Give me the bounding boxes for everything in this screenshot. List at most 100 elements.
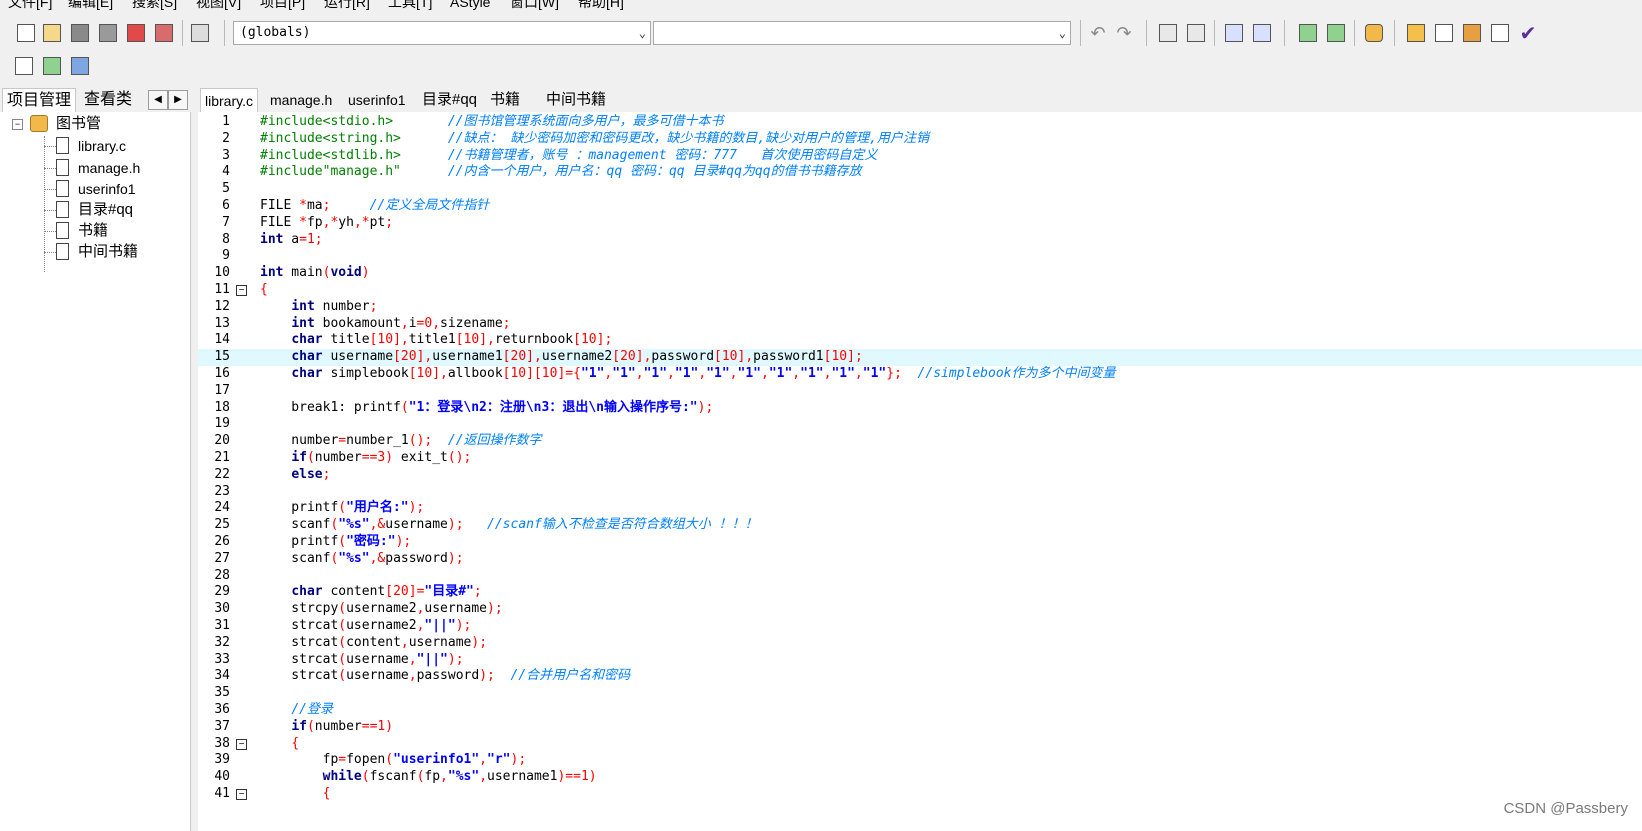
code-line[interactable]: 32 strcat(content,username); <box>198 635 1642 652</box>
code-line[interactable]: 4 #include"manage.h" //内含一个用户，用户名：qq 密码：q… <box>198 164 1642 181</box>
editor-tab-library-c[interactable]: library.c <box>200 88 258 113</box>
tree-file[interactable]: manage.h <box>56 158 140 178</box>
code-line[interactable]: 27 scanf("%s",&password); <box>198 551 1642 568</box>
code-line[interactable]: 18 break1: printf("1：登录\n2：注册\n3：退出\n输入操… <box>198 400 1642 417</box>
code-line[interactable]: 16 char simplebook[10],allbook[10][10]={… <box>198 366 1642 383</box>
code-editor[interactable]: 1 #include<stdio.h> //图书馆管理系统面向多用户，最多可借十本… <box>198 112 1642 831</box>
code-line[interactable]: 2 #include<string.h> //缺点： 缺少密码加密和密码更改，缺少… <box>198 131 1642 148</box>
code-line[interactable]: 30 strcpy(username2,username); <box>198 601 1642 618</box>
code-line[interactable]: 7 FILE *fp,*yh,*pt; <box>198 215 1642 232</box>
tile-icon[interactable] <box>1488 21 1512 45</box>
code-line[interactable]: 23 <box>198 484 1642 501</box>
palette-icon[interactable] <box>1460 21 1484 45</box>
menu-help[interactable]: 帮助[H] <box>578 0 624 12</box>
tab-class-view[interactable]: 查看类 <box>80 88 136 112</box>
symbol-combo[interactable]: ⌄ <box>653 21 1071 45</box>
window-icon[interactable] <box>1432 21 1456 45</box>
close-all-icon[interactable] <box>152 21 176 45</box>
code-line[interactable]: 41 {− <box>198 786 1642 803</box>
editor-tab-userinfo1[interactable]: userinfo1 <box>344 88 410 112</box>
code-line[interactable]: 9 <box>198 248 1642 265</box>
code-line[interactable]: 35 <box>198 685 1642 702</box>
code-line[interactable]: 36 //登录 <box>198 702 1642 719</box>
code-line[interactable]: 24 printf("用户名:"); <box>198 500 1642 517</box>
tab-prev-button[interactable]: ◀ <box>148 90 168 110</box>
code-line[interactable]: 19 <box>198 416 1642 433</box>
menu-tools[interactable]: 工具[T] <box>388 0 432 12</box>
code-line[interactable]: 1 #include<stdio.h> //图书馆管理系统面向多用户，最多可借十本… <box>198 114 1642 131</box>
menu-search[interactable]: 搜索[S] <box>132 0 177 12</box>
tree-file[interactable]: 书籍 <box>56 221 108 241</box>
code-line[interactable]: 17 <box>198 383 1642 400</box>
menu-edit[interactable]: 编辑[E] <box>68 0 113 12</box>
print-icon[interactable] <box>188 21 212 45</box>
editor-tab-mulu-qq[interactable]: 目录#qq <box>418 88 481 112</box>
code-line[interactable]: 3 #include<stdlib.h> //书籍管理者，账号 ：manageme… <box>198 148 1642 165</box>
add-to-project-icon[interactable] <box>1296 21 1320 45</box>
menu-window[interactable]: 窗口[W] <box>510 0 559 12</box>
editor-tab-manage-h[interactable]: manage.h <box>266 88 336 112</box>
find-icon[interactable] <box>1156 21 1180 45</box>
code-line[interactable]: 21 if(number==3) exit_t(); <box>198 450 1642 467</box>
code-line[interactable]: 6 FILE *ma; //定义全局文件指针 <box>198 198 1642 215</box>
tab-project-manager[interactable]: 项目管理 <box>2 88 77 113</box>
tab-next-button[interactable]: ▶ <box>168 90 188 110</box>
code-line[interactable]: 33 strcat(username,"||"); <box>198 652 1642 669</box>
redo-icon[interactable]: ↷ <box>1112 21 1136 45</box>
fold-toggle-icon[interactable]: − <box>236 738 247 750</box>
menu-astyle[interactable]: AStyle <box>450 0 490 12</box>
code-line[interactable]: 13 int bookamount,i=0,sizename; <box>198 316 1642 333</box>
code-line[interactable]: 20 number=number_1(); //返回操作数字 <box>198 433 1642 450</box>
bookmark-icon[interactable] <box>68 54 92 78</box>
menu-run[interactable]: 运行[R] <box>324 0 370 12</box>
code-line[interactable]: 29 char content[20]="目录#"; <box>198 584 1642 601</box>
editor-tab-shuji[interactable]: 书籍 <box>486 88 524 112</box>
code-line[interactable]: 25 scanf("%s",&username); //scanf输入不检查是否… <box>198 517 1642 534</box>
code-line[interactable]: 37 if(number==1) <box>198 719 1642 736</box>
code-line[interactable]: 14 char title[10],title1[10],returnbook[… <box>198 332 1642 349</box>
scope-combo[interactable]: (globals) ⌄ <box>233 21 651 45</box>
new-file-icon[interactable] <box>14 21 38 45</box>
code-line[interactable]: 28 <box>198 568 1642 585</box>
menu-file[interactable]: 文件[F] <box>8 0 52 12</box>
remove-from-project-icon[interactable] <box>1324 21 1348 45</box>
tree-file[interactable]: library.c <box>56 136 126 156</box>
save-icon[interactable] <box>68 21 92 45</box>
fold-toggle-icon[interactable]: − <box>236 285 247 296</box>
line-number: 27 <box>214 550 230 566</box>
code-line[interactable]: 15 char username[20],username1[20],usern… <box>198 349 1642 366</box>
undo-icon[interactable]: ↶ <box>1086 21 1110 45</box>
code-line[interactable]: 5 <box>198 181 1642 198</box>
unindent-icon[interactable] <box>1250 21 1274 45</box>
editor-tab-zhongjian-shuji[interactable]: 中间书籍 <box>542 88 610 112</box>
code-line[interactable]: 11 {− <box>198 282 1642 299</box>
tree-file[interactable]: 目录#qq <box>56 200 133 220</box>
code-line[interactable]: 10 int main(void) <box>198 265 1642 282</box>
check-syntax-icon[interactable]: ✔ <box>1516 21 1540 45</box>
tree-file[interactable]: userinfo1 <box>56 179 136 199</box>
code-line[interactable]: 40 while(fscanf(fp,"%s",username1)==1) <box>198 769 1642 786</box>
project-options-icon[interactable] <box>1362 21 1386 45</box>
menu-view[interactable]: 视图[V] <box>196 0 241 12</box>
grid-view-icon[interactable] <box>1404 21 1428 45</box>
insert-icon[interactable] <box>12 54 36 78</box>
collapse-icon[interactable]: − <box>12 119 23 130</box>
open-file-icon[interactable] <box>40 21 64 45</box>
save-all-icon[interactable] <box>96 21 120 45</box>
menu-project[interactable]: 项目[P] <box>260 0 305 12</box>
indent-icon[interactable] <box>1222 21 1246 45</box>
close-file-icon[interactable] <box>124 21 148 45</box>
code-line[interactable]: 22 else; <box>198 467 1642 484</box>
fold-toggle-icon[interactable]: − <box>236 789 247 800</box>
code-line[interactable]: 39 fp=fopen("userinfo1","r"); <box>198 752 1642 769</box>
code-line[interactable]: 31 strcat(username2,"||"); <box>198 618 1642 635</box>
code-line[interactable]: 8 int a=1; <box>198 232 1642 249</box>
project-root[interactable]: 图书管 <box>56 114 101 134</box>
tree-file[interactable]: 中间书籍 <box>56 242 138 262</box>
code-line[interactable]: 34 strcat(username,password); //合并用户名和密码 <box>198 668 1642 685</box>
replace-icon[interactable] <box>1184 21 1208 45</box>
code-line[interactable]: 26 printf("密码:"); <box>198 534 1642 551</box>
goto-icon[interactable] <box>40 54 64 78</box>
code-line[interactable]: 38 {− <box>198 736 1642 753</box>
code-line[interactable]: 12 int number; <box>198 299 1642 316</box>
